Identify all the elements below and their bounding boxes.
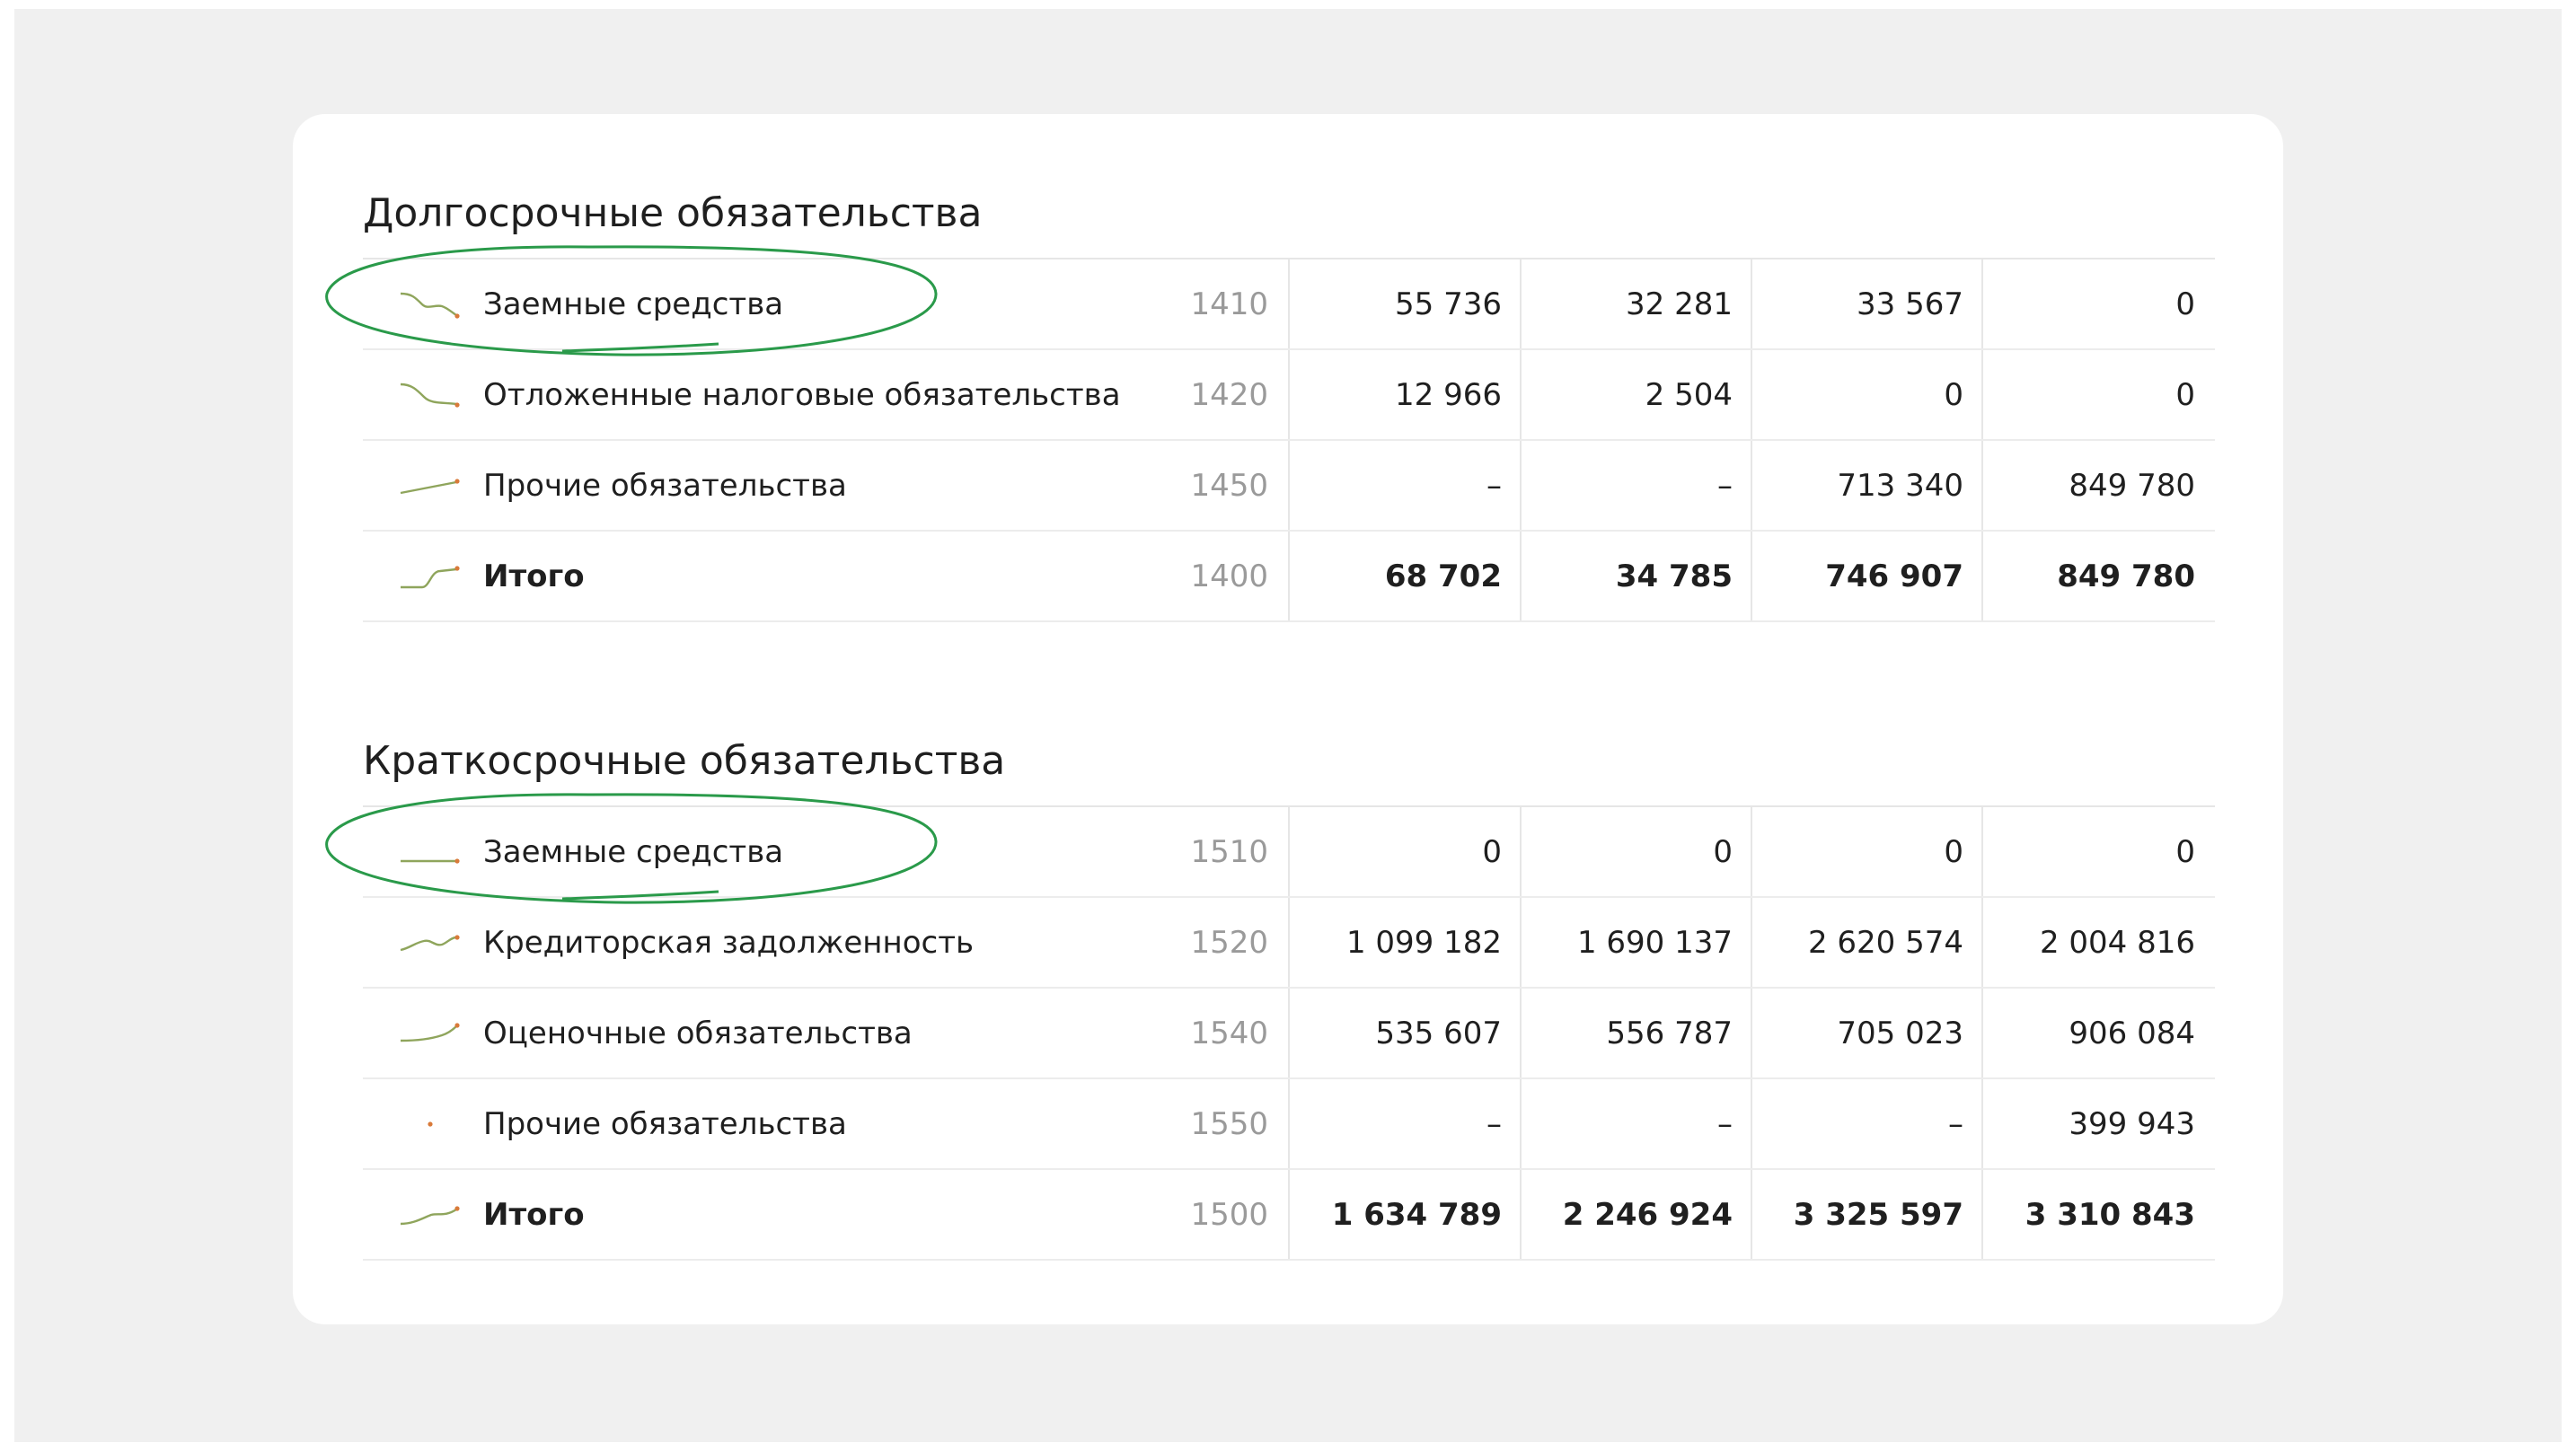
sparkline-icon	[400, 292, 460, 319]
row-value: 849 780	[2069, 468, 2195, 504]
table-row[interactable]: Кредиторская задолженность 1520 1 099 18…	[363, 898, 2215, 989]
table-row[interactable]: Оценочные обязательства 1540 535 607 556…	[363, 989, 2215, 1079]
row-value: 849 780	[2057, 558, 2195, 594]
row-value: 32 281	[1626, 286, 1733, 322]
row-value: 535 607	[1375, 1016, 1502, 1051]
row-value: 0	[2175, 377, 2195, 413]
row-value: 34 785	[1615, 558, 1733, 594]
sparkline-icon	[400, 1023, 460, 1042]
sparkline-icon	[401, 858, 460, 864]
liabilities-table: Заемные средства 1510 0 0 0 0 Кредиторск…	[363, 805, 2215, 1261]
row-value: 0	[2175, 286, 2195, 322]
row-label: Прочие обязательства	[483, 1106, 847, 1142]
row-label: Заемные средства	[483, 286, 784, 322]
row-value: 1 099 182	[1345, 925, 1502, 961]
row-label: Прочие обязательства	[483, 468, 847, 504]
row-value: 746 907	[1825, 558, 1963, 594]
table-row[interactable]: Итого 1500 1 634 789 2 246 924 3 325 597…	[363, 1170, 2215, 1261]
row-code: 1550	[1190, 1106, 1268, 1142]
row-code: 1540	[1190, 1016, 1268, 1051]
row-value: 3 325 597	[1793, 1197, 1963, 1233]
table-row[interactable]: Прочие обязательства 1550 – – – 399 943	[363, 1079, 2215, 1170]
row-value: 1 690 137	[1576, 925, 1733, 961]
row-value: 2 246 924	[1562, 1197, 1733, 1233]
row-code: 1520	[1190, 925, 1268, 961]
table-row[interactable]: Отложенные налоговые обязательства 1420 …	[363, 350, 2215, 441]
section-title: Краткосрочные обязательства	[363, 738, 1006, 784]
row-value: 2 620 574	[1807, 925, 1963, 961]
row-value: 3 310 843	[2025, 1197, 2195, 1233]
section-title: Долгосрочные обязательства	[363, 190, 983, 236]
table-row[interactable]: Итого 1400 68 702 34 785 746 907 849 780	[363, 532, 2215, 622]
table-row[interactable]: Прочие обязательства 1450 – – 713 340 84…	[363, 441, 2215, 532]
row-code: 1420	[1190, 377, 1268, 413]
row-value: 0	[1944, 834, 1963, 870]
row-code: 1510	[1190, 834, 1268, 870]
row-value: 68 702	[1384, 558, 1502, 594]
row-label: Итого	[483, 558, 585, 594]
row-value: –	[1486, 468, 1502, 504]
row-value: 2 504	[1645, 377, 1733, 413]
row-value: 0	[2175, 834, 2195, 870]
row-label: Итого	[483, 1197, 585, 1233]
sparkline-icon	[400, 935, 460, 952]
row-value: 399 943	[2069, 1106, 2195, 1142]
row-value: 55 736	[1395, 286, 1502, 322]
row-value: 0	[1482, 834, 1502, 870]
row-value: 705 023	[1837, 1016, 1963, 1051]
row-value: –	[1717, 1106, 1733, 1142]
row-value: 713 340	[1837, 468, 1963, 504]
row-value: 12 966	[1395, 377, 1502, 413]
row-label: Заемные средства	[483, 834, 784, 870]
sparkline-icon	[400, 1206, 460, 1226]
liabilities-table: Заемные средства 1410 55 736 32 281 33 5…	[363, 258, 2215, 622]
row-value: 906 084	[2069, 1016, 2195, 1051]
sparkline-icon	[428, 1121, 433, 1127]
row-value: 2 004 816	[2039, 925, 2195, 961]
sparkline-icon	[400, 479, 460, 495]
row-value: –	[1948, 1106, 1963, 1142]
row-label: Оценочные обязательства	[483, 1016, 913, 1051]
sparkline-icon	[401, 566, 460, 589]
row-code: 1500	[1190, 1197, 1268, 1233]
row-value: 0	[1713, 834, 1733, 870]
row-code: 1400	[1190, 558, 1268, 594]
row-value: –	[1486, 1106, 1502, 1142]
row-label: Кредиторская задолженность	[483, 925, 975, 961]
short-term-liabilities-section: Краткосрочные обязательства Заемные сред…	[363, 725, 2215, 1261]
row-value: 1 634 789	[1331, 1197, 1502, 1233]
row-value: –	[1717, 468, 1733, 504]
row-value: 556 787	[1606, 1016, 1733, 1051]
liabilities-card: Долгосрочные обязательства Заемные средс…	[293, 114, 2283, 1324]
sparkline-icon	[400, 383, 460, 408]
long-term-liabilities-section: Долгосрочные обязательства Заемные средс…	[363, 177, 2215, 622]
row-label: Отложенные налоговые обязательства	[483, 377, 1121, 413]
table-row[interactable]: Заемные средства 1510 0 0 0 0	[363, 807, 2215, 898]
table-row[interactable]: Заемные средства 1410 55 736 32 281 33 5…	[363, 259, 2215, 350]
row-value: 33 567	[1857, 286, 1963, 322]
row-code: 1450	[1190, 468, 1268, 504]
row-code: 1410	[1190, 286, 1268, 322]
row-value: 0	[1944, 377, 1963, 413]
